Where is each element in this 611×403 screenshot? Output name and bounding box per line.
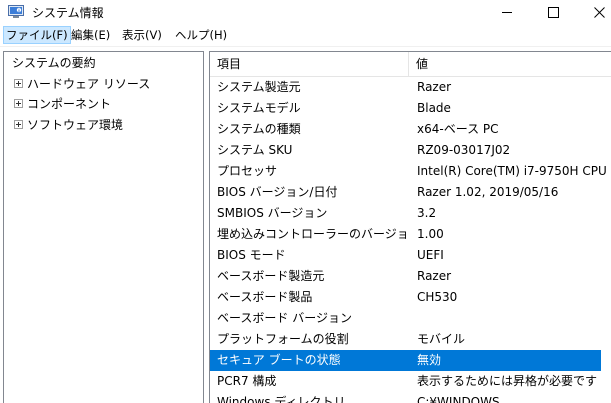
table-row[interactable]: プラットフォームの役割 モバイル — [210, 329, 611, 350]
tree-item-label: コンポーネント — [27, 96, 112, 111]
menu-view[interactable]: 表示(V) — [120, 27, 164, 43]
table-row[interactable]: システム SKU RZ09-03017J02 — [210, 140, 611, 161]
row-value-cell: Razer — [417, 269, 452, 283]
column-header-item[interactable]: 項目 — [210, 52, 414, 76]
row-item-cell: BIOS モード — [217, 248, 286, 262]
row-item-cell: ベースボード製造元 — [217, 269, 325, 283]
table-row[interactable]: Windows ディレクトリ C:¥WINDOWS — [210, 392, 611, 403]
row-item-cell: SMBIOS バージョン — [217, 206, 328, 220]
table-row[interactable]: ベースボード製品 CH530 — [210, 287, 611, 308]
row-value-cell: 3.2 — [417, 206, 437, 220]
row-item-cell: BIOS バージョン/日付 — [217, 185, 338, 199]
tree-item-software-environment[interactable]: ソフトウェア環境 — [14, 115, 123, 133]
table-row[interactable]: システムモデル Blade — [210, 98, 611, 119]
row-value-cell: x64-ベース PC — [417, 122, 499, 136]
category-tree[interactable]: システムの要約 ハードウェア リソース コンポーネント ソフトウェア環境 — [3, 51, 204, 403]
table-row[interactable]: SMBIOS バージョン 3.2 — [210, 203, 611, 224]
column-header-value[interactable]: 値 — [409, 52, 611, 76]
minimize-icon — [502, 11, 512, 13]
table-row[interactable]: PCR7 構成 表示するためには昇格が必要です — [210, 371, 611, 392]
list-rows: システム製造元 Razer システムモデル Blade システムの種類 x64-ベース P… — [210, 77, 611, 403]
row-item-cell: Windows ディレクトリ — [217, 395, 346, 403]
maximize-button[interactable] — [530, 0, 576, 24]
row-value-cell: UEFI — [417, 248, 444, 262]
title-bar: システム情報 — [0, 0, 611, 24]
tree-item-hardware-resources[interactable]: ハードウェア リソース — [14, 74, 150, 92]
row-item-cell: ベースボード製品 — [217, 290, 313, 304]
row-item-cell: ベースボード バージョン — [217, 311, 352, 325]
close-button[interactable] — [576, 0, 611, 24]
system-info-icon — [8, 5, 24, 18]
tree-item-label: ハードウェア リソース — [27, 76, 151, 91]
expand-icon[interactable] — [14, 119, 23, 129]
row-value-cell: CH530 — [417, 290, 458, 304]
row-value-cell: 表示するためには昇格が必要です — [417, 374, 598, 388]
list-header: 項目 値 — [210, 52, 611, 77]
row-item-cell: システムモデル — [217, 101, 301, 115]
table-row[interactable]: BIOS バージョン/日付 Razer 1.02, 2019/05/16 — [210, 182, 611, 203]
menu-edit[interactable]: 編集(E) — [69, 27, 112, 43]
row-item-cell: プラットフォームの役割 — [217, 332, 349, 346]
row-value-cell: C:¥WINDOWS — [417, 395, 500, 403]
table-row[interactable]: 埋め込みコントローラーのバージョン 1.00 — [210, 224, 611, 245]
expand-icon[interactable] — [14, 78, 23, 88]
menu-help[interactable]: ヘルプ(H) — [173, 27, 229, 43]
table-row[interactable]: セキュア ブートの状態 無効 — [210, 350, 601, 371]
row-item-cell: システム製造元 — [217, 80, 301, 94]
table-row[interactable]: プロセッサ Intel(R) Core(TM) i7-9750H CPU — [210, 161, 611, 182]
details-list[interactable]: 項目 値 システム製造元 Razer システムモデル Blade システムの種類 x64-… — [209, 51, 611, 403]
menu-divider — [0, 46, 611, 47]
minimize-button[interactable] — [484, 0, 530, 24]
maximize-icon — [547, 6, 559, 18]
row-item-cell: PCR7 構成 — [217, 374, 277, 388]
menu-bar: ファイル(F) 編集(E) 表示(V) ヘルプ(H) — [0, 24, 611, 46]
row-value-cell: 1.00 — [417, 227, 444, 241]
row-item-cell: セキュア ブートの状態 — [217, 353, 341, 367]
table-row[interactable]: システム製造元 Razer — [210, 77, 611, 98]
table-row[interactable]: ベースボード バージョン — [210, 308, 611, 329]
row-value-cell: 無効 — [417, 353, 442, 367]
row-item-cell: 埋め込みコントローラーのバージョン — [217, 227, 407, 241]
tree-item-label: ソフトウェア環境 — [27, 117, 124, 132]
row-item-cell: システムの種類 — [217, 122, 301, 136]
row-value-cell: Intel(R) Core(TM) i7-9750H CPU — [417, 164, 607, 178]
row-item-cell: システム SKU — [217, 143, 293, 157]
table-row[interactable]: ベースボード製造元 Razer — [210, 266, 611, 287]
row-value-cell: Razer 1.02, 2019/05/16 — [417, 185, 559, 199]
table-row[interactable]: BIOS モード UEFI — [210, 245, 611, 266]
row-value-cell: RZ09-03017J02 — [417, 143, 511, 157]
close-icon — [593, 6, 605, 18]
tree-item-system-summary[interactable]: システムの要約 — [10, 55, 98, 72]
row-value-cell: Blade — [417, 101, 451, 115]
window-title: システム情報 — [32, 6, 104, 20]
row-value-cell: モバイル — [417, 332, 466, 346]
table-row[interactable]: システムの種類 x64-ベース PC — [210, 119, 611, 140]
row-value-cell: Razer — [417, 80, 452, 94]
expand-icon[interactable] — [14, 98, 23, 108]
tree-item-components[interactable]: コンポーネント — [14, 94, 111, 112]
menu-file[interactable]: ファイル(F) — [3, 26, 71, 44]
row-item-cell: プロセッサ — [217, 164, 278, 178]
